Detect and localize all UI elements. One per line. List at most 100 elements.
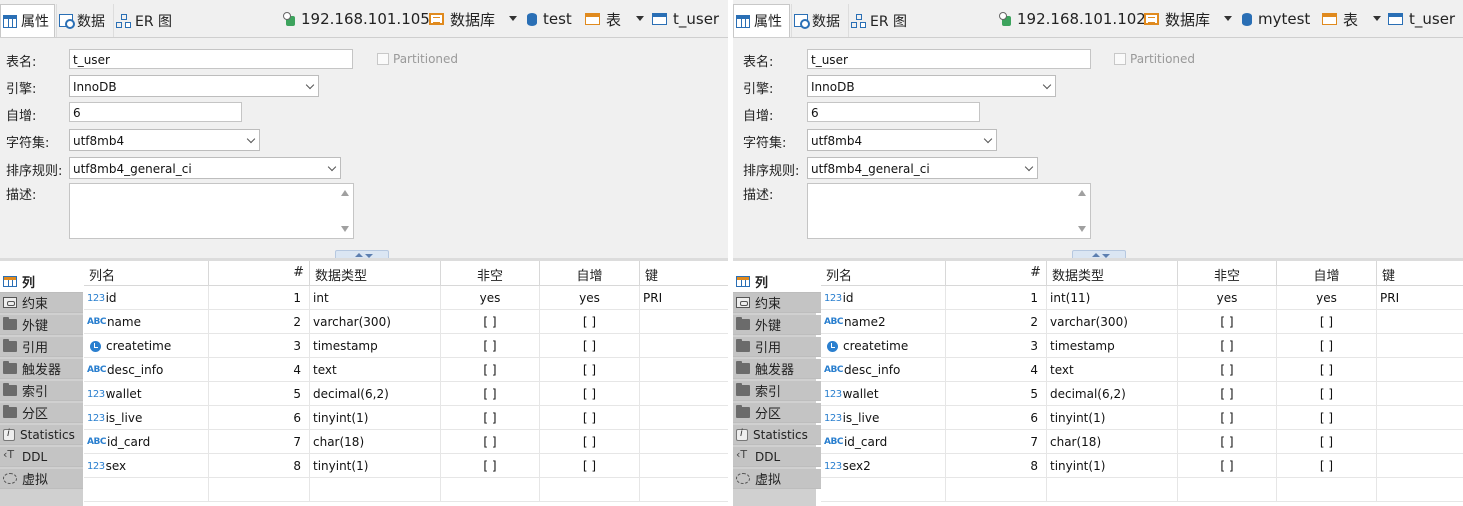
breadcrumb-database[interactable]: test [527, 8, 572, 30]
cell-key[interactable] [640, 358, 728, 382]
cell-name[interactable]: ABC desc_info [84, 358, 209, 382]
cell-name[interactable]: 123 is_live [821, 406, 946, 430]
cell-name[interactable]: ABC id_card [84, 430, 209, 454]
cell-type[interactable]: char(18) [1047, 430, 1178, 454]
breadcrumb-host[interactable]: 192.168.101.102 [999, 8, 1146, 30]
cell-notnull[interactable]: [ ] [441, 334, 540, 358]
cell-autoinc[interactable]: [ ] [540, 454, 640, 478]
cell-num[interactable]: 8 [209, 454, 310, 478]
cell-name[interactable]: ABC desc_info [821, 358, 946, 382]
breadcrumb-tables[interactable]: 表 [1322, 8, 1358, 30]
tab-properties[interactable]: 属性 [733, 4, 790, 37]
cell-name[interactable]: 123 sex2 [821, 454, 946, 478]
cell-name[interactable]: ABC id_card [821, 430, 946, 454]
cell-notnull[interactable]: [ ] [441, 358, 540, 382]
sidetab-constraints[interactable]: 约束 [0, 293, 83, 313]
cell-type[interactable]: tinyint(1) [310, 454, 441, 478]
cell-num[interactable]: 7 [946, 430, 1047, 454]
cell-type[interactable]: varchar(300) [310, 310, 441, 334]
cell-autoinc[interactable]: [ ] [1277, 310, 1377, 334]
cell-name[interactable]: 123 is_live [84, 406, 209, 430]
breadcrumb-databases[interactable]: 数据库 [1144, 8, 1210, 30]
cell-notnull[interactable]: [ ] [441, 382, 540, 406]
cell-type[interactable]: tinyint(1) [310, 406, 441, 430]
cell-num[interactable]: 3 [946, 334, 1047, 358]
sidetab-virtual[interactable]: 虚拟 [0, 469, 83, 489]
cell-key[interactable] [1377, 382, 1463, 406]
cell-name[interactable]: ABC name [84, 310, 209, 334]
sidetab-references[interactable]: 引用 [733, 337, 821, 357]
column-header-key[interactable]: 键 [640, 261, 728, 286]
table-row[interactable]: 123 id 1 int(11) yes yes PRI [821, 286, 1463, 310]
sidetab-indexes[interactable]: 索引 [733, 381, 821, 401]
column-header-ordinal[interactable]: # [209, 261, 310, 286]
cell-notnull[interactable]: [ ] [1178, 334, 1277, 358]
scroll-down-icon[interactable] [1078, 226, 1086, 232]
cell-notnull[interactable]: yes [1178, 286, 1277, 310]
cell-num[interactable]: 4 [946, 358, 1047, 382]
sidetab-statistics[interactable]: Statistics [733, 425, 821, 445]
checkbox-box[interactable] [1114, 53, 1126, 65]
cell-key[interactable] [1377, 334, 1463, 358]
sidetab-foreign-keys[interactable]: 外键 [733, 315, 821, 335]
charset-select[interactable]: utf8mb4 [807, 129, 997, 151]
cell-type[interactable]: char(18) [310, 430, 441, 454]
breadcrumb-table[interactable]: t_user [652, 8, 719, 30]
sidetab-columns[interactable]: 列 [0, 271, 83, 293]
cell-name[interactable]: createtime [821, 334, 946, 358]
cell-key[interactable] [640, 454, 728, 478]
breadcrumb-tables[interactable]: 表 [585, 8, 621, 30]
table-row[interactable]: 123 wallet 5 decimal(6,2)[ ][ ] [821, 382, 1463, 406]
column-header-auto-increment[interactable]: 自增 [540, 261, 640, 286]
cell-notnull[interactable]: [ ] [1178, 406, 1277, 430]
column-header-ordinal[interactable]: # [946, 261, 1047, 286]
auto-increment-input[interactable]: 6 [807, 102, 980, 122]
cell-key[interactable]: PRI [640, 286, 728, 310]
cell-num[interactable]: 5 [209, 382, 310, 406]
table-row[interactable]: 123 is_live 6 tinyint(1)[ ][ ] [84, 406, 728, 430]
charset-select[interactable]: utf8mb4 [69, 129, 260, 151]
sidetab-partitions[interactable]: 分区 [0, 403, 83, 423]
cell-key[interactable] [1377, 358, 1463, 382]
cell-autoinc[interactable]: [ ] [1277, 406, 1377, 430]
cell-type[interactable]: int(11) [1047, 286, 1178, 310]
cell-type[interactable]: timestamp [1047, 334, 1178, 358]
cell-type[interactable]: decimal(6,2) [310, 382, 441, 406]
collation-select[interactable]: utf8mb4_general_ci [69, 157, 341, 179]
table-row[interactable]: 123 sex2 8 tinyint(1)[ ][ ] [821, 454, 1463, 478]
cell-notnull[interactable]: [ ] [1178, 358, 1277, 382]
cell-type[interactable]: decimal(6,2) [1047, 382, 1178, 406]
cell-autoinc[interactable]: [ ] [1277, 454, 1377, 478]
engine-select[interactable]: InnoDB [69, 75, 319, 97]
cell-autoinc[interactable]: yes [540, 286, 640, 310]
table-row[interactable]: 123 id 1 int yes yes PRI [84, 286, 728, 310]
table-row[interactable]: 123 is_live 6 tinyint(1)[ ][ ] [821, 406, 1463, 430]
table-name-input[interactable]: t_user [69, 49, 353, 69]
cell-name[interactable]: 123 sex [84, 454, 209, 478]
column-header-not-null[interactable]: 非空 [441, 261, 540, 286]
breadcrumb-host[interactable]: 192.168.101.105 [283, 8, 430, 30]
sidetab-foreign-keys[interactable]: 外键 [0, 315, 83, 335]
cell-autoinc[interactable]: [ ] [1277, 430, 1377, 454]
scroll-up-icon[interactable] [1078, 190, 1086, 196]
cell-autoinc[interactable]: [ ] [1277, 358, 1377, 382]
table-row[interactable]: ABC name 2 varchar(300)[ ][ ] [84, 310, 728, 334]
engine-select[interactable]: InnoDB [807, 75, 1056, 97]
column-header-not-null[interactable]: 非空 [1178, 261, 1277, 286]
sidetab-partitions[interactable]: 分区 [733, 403, 821, 423]
cell-key[interactable] [640, 382, 728, 406]
cell-key[interactable] [640, 310, 728, 334]
cell-key[interactable] [1377, 406, 1463, 430]
cell-num[interactable]: 6 [209, 406, 310, 430]
sidetab-triggers[interactable]: 触发器 [733, 359, 821, 379]
table-row[interactable]: createtime 3 timestamp[ ][ ] [821, 334, 1463, 358]
column-header-name[interactable]: 列名 [84, 261, 209, 286]
cell-autoinc[interactable]: [ ] [1277, 334, 1377, 358]
sidetab-statistics[interactable]: Statistics [0, 425, 83, 445]
table-row[interactable]: 123 sex 8 tinyint(1)[ ][ ] [84, 454, 728, 478]
tab-properties[interactable]: 属性 [0, 4, 55, 37]
breadcrumb-table[interactable]: t_user [1388, 8, 1455, 30]
sidetab-constraints[interactable]: 约束 [733, 293, 821, 313]
chevron-down-icon[interactable] [509, 16, 517, 21]
breadcrumb-databases[interactable]: 数据库 [429, 8, 495, 30]
